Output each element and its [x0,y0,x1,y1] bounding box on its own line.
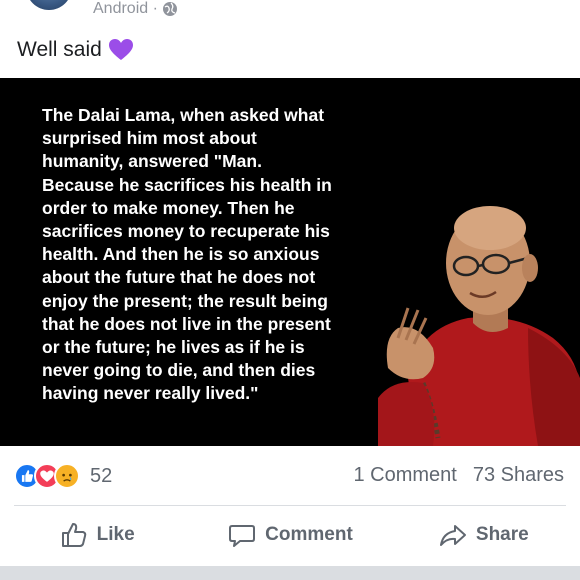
comments-count-link[interactable]: 1 Comment [353,464,456,487]
divider [14,505,566,506]
comment-button[interactable]: Comment [193,512,386,558]
share-label: Share [475,524,529,545]
share-button[interactable]: Share [387,512,580,558]
feed-separator [0,566,580,580]
dalai-lama-photo [378,206,580,446]
reaction-count: 52 [90,464,113,487]
comment-label: Comment [265,524,353,545]
comment-icon [229,525,256,547]
post-text-content: Well said [17,38,102,61]
post-stats: 52 1 Comment 73 Shares [0,456,580,496]
globe-icon [162,2,177,16]
post-text: Well said [17,36,134,64]
share-icon [439,525,466,546]
shares-count-link[interactable]: 73 Shares [473,464,564,487]
purple-heart-icon [108,39,133,60]
post-meta-text: Android · [93,0,158,17]
like-label: Like [96,524,135,545]
like-button[interactable]: Like [0,512,193,558]
comments-shares: 1 Comment 73 Shares [353,464,564,487]
avatar[interactable] [26,0,72,10]
sad-icon [54,463,80,489]
thumbs-up-icon [61,523,86,547]
post-actions: Like Comment Share [0,512,580,558]
image-quote-text: The Dalai Lama, when asked what surprise… [42,105,332,404]
post-meta: Android · [93,0,178,18]
post-header: Android · [0,0,580,24]
reactions-summary[interactable]: 52 [14,462,112,490]
post-image[interactable]: The Dalai Lama, when asked what surprise… [0,78,580,446]
